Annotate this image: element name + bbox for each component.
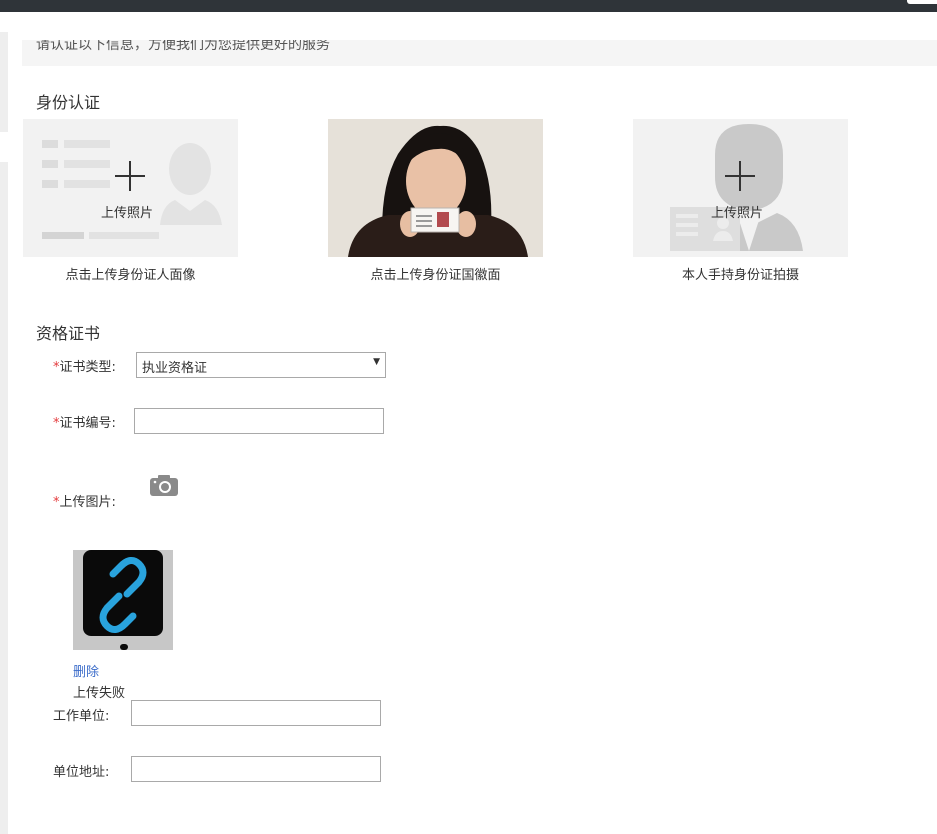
left-gutter [0,12,8,834]
work-address-input[interactable] [131,756,381,782]
plus-icon [115,161,145,191]
page: 请认证以下信息，方便我们为您提供更好的服务 身份认证 上传照片 点击上传身份证人… [0,0,937,834]
work-address-label: 单位地址: [53,765,110,780]
certificate-number-input[interactable] [134,408,384,434]
id-back-caption: 点击上传身份证国徽面 [370,268,501,283]
certificate-number-label: *证书编号: [53,412,116,431]
upload-status-text: 上传失败 [73,686,126,701]
sample-photo-person-holding-id [328,119,543,257]
notice-strip: 请认证以下信息，方便我们为您提供更好的服务 [22,40,937,66]
id-front-upload-card[interactable]: 上传照片 [23,119,238,257]
handheld-id-upload-card[interactable]: 上传照片 [633,119,848,257]
plus-icon [725,161,755,191]
left-gutter-segment [0,162,8,834]
upload-photo-label: 上传照片 [711,206,764,221]
dropdown-arrow-icon: ▼ [373,357,380,367]
id-back-upload-card[interactable] [328,119,543,257]
top-bar-corner [907,0,937,4]
certificate-type-label-text: 证书类型: [59,360,116,375]
camera-icon[interactable] [150,474,178,496]
left-gutter-segment [0,32,8,132]
certificate-type-value: 执业资格证 [142,361,208,376]
upload-photo-label: 上传照片 [101,206,154,221]
identity-section-title: 身份认证 [36,93,101,112]
certificate-number-label-text: 证书编号: [59,416,116,431]
id-front-caption: 点击上传身份证人面像 [65,268,196,283]
work-unit-input[interactable] [131,700,381,726]
certificate-type-select[interactable]: 执业资格证 ▼ [136,352,386,378]
top-bar [0,0,937,12]
upload-image-label: *上传图片: [53,491,116,510]
upload-image-label-text: 上传图片: [59,495,116,510]
certificate-section-title: 资格证书 [36,324,101,343]
handheld-id-caption: 本人手持身份证拍摄 [681,268,799,283]
uploaded-image-thumbnail [73,550,173,650]
broken-link-icon [83,550,163,650]
certificate-type-label: *证书类型: [53,356,116,375]
notice-text: 请认证以下信息，方便我们为您提供更好的服务 [36,40,330,53]
work-unit-label: 工作单位: [53,709,110,724]
delete-image-link[interactable]: 删除 [73,661,99,680]
